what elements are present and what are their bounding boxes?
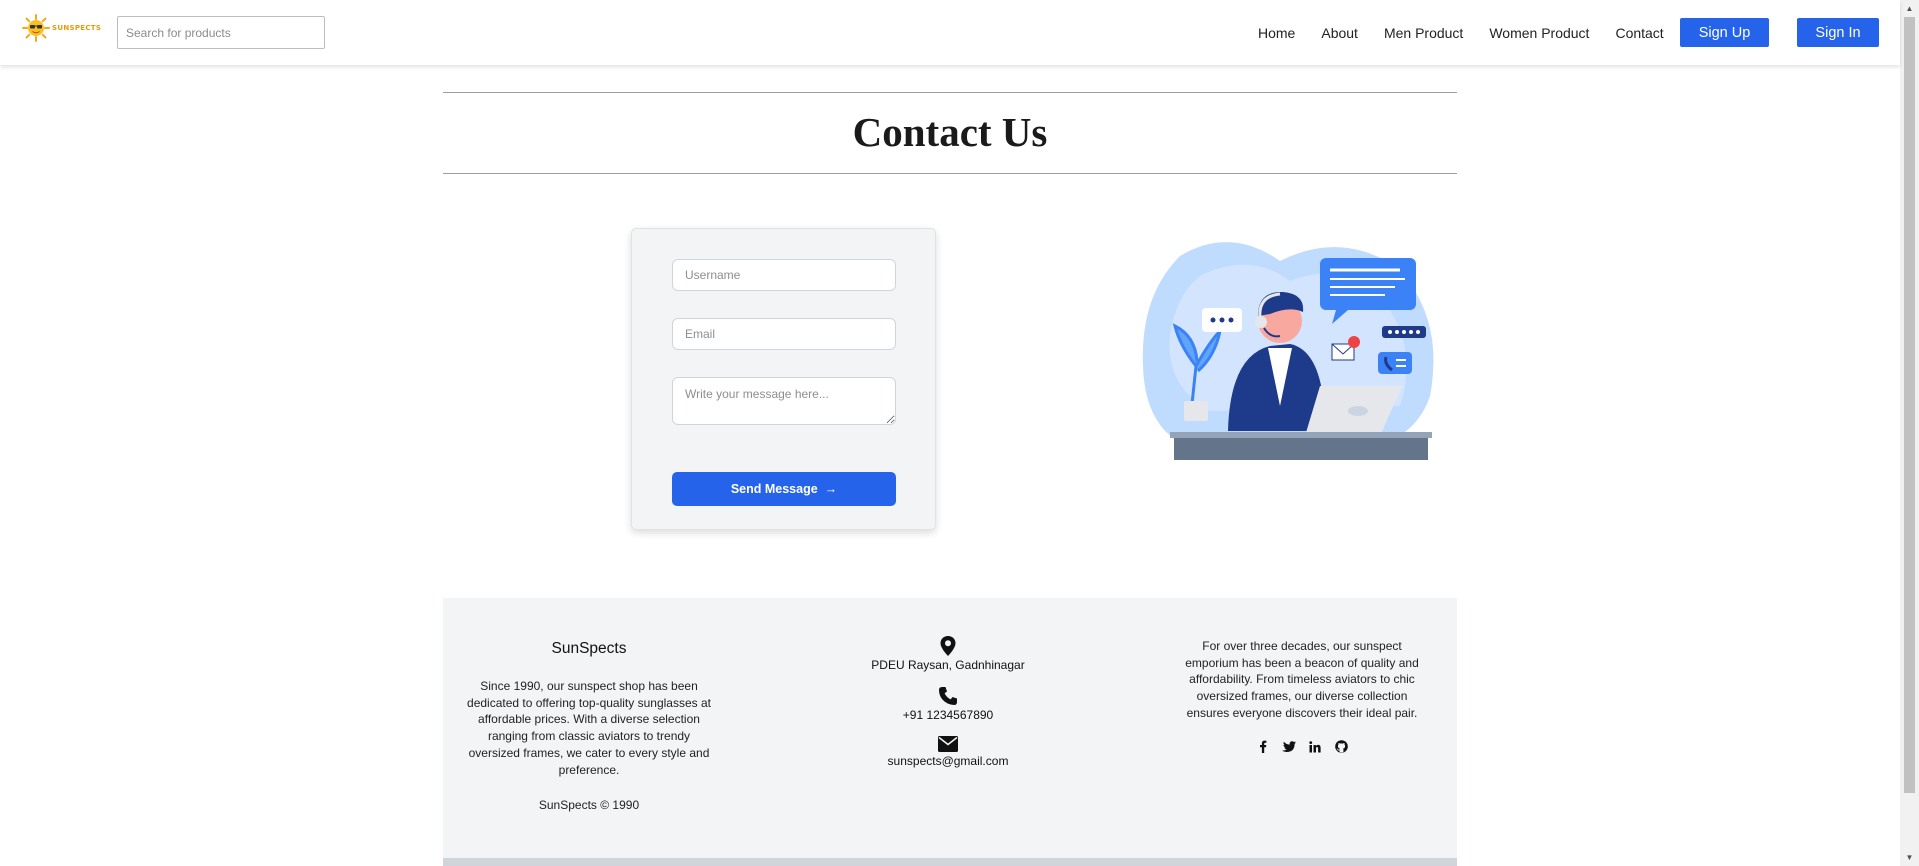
social-links bbox=[1185, 740, 1419, 754]
nav-contact[interactable]: Contact bbox=[1615, 25, 1663, 41]
vertical-scrollbar[interactable]: ▲ ▼ bbox=[1900, 0, 1919, 866]
footer-about-column: SunSpects Since 1990, our sunspect shop … bbox=[465, 640, 713, 812]
github-icon[interactable] bbox=[1334, 740, 1348, 754]
footer-email: sunspects@gmail.com bbox=[823, 736, 1073, 768]
footer-contact-column: PDEU Raysan, Gadnhinagar +91 1234567890 … bbox=[823, 636, 1073, 782]
footer-brand-title: SunSpects bbox=[551, 640, 627, 657]
nav-links: Home About Men Product Women Product Con… bbox=[1258, 0, 1690, 65]
navbar: SUNSPECTS Home About Men Product Women P… bbox=[0, 0, 1900, 65]
sign-in-button[interactable]: Sign In bbox=[1797, 18, 1879, 47]
facebook-icon[interactable] bbox=[1256, 740, 1270, 754]
title-divider-top bbox=[443, 92, 1457, 93]
twitter-icon[interactable] bbox=[1282, 740, 1296, 754]
footer-bottom-bar bbox=[443, 858, 1457, 866]
location-pin-icon bbox=[940, 636, 956, 656]
footer-address-text: PDEU Raysan, Gadnhinagar bbox=[871, 658, 1025, 672]
footer-email-text[interactable]: sunspects@gmail.com bbox=[888, 754, 1009, 768]
footer-phone: +91 1234567890 bbox=[823, 686, 1073, 722]
footer: SunSpects Since 1990, our sunspect shop … bbox=[443, 598, 1457, 858]
scroll-down-arrow-icon[interactable]: ▼ bbox=[1900, 849, 1919, 866]
footer-copyright: SunSpects © 1990 bbox=[538, 798, 640, 813]
scroll-thumb[interactable] bbox=[1904, 17, 1915, 793]
envelope-icon bbox=[938, 736, 958, 752]
search-input[interactable] bbox=[117, 16, 325, 49]
phone-icon bbox=[939, 687, 957, 705]
username-field[interactable] bbox=[672, 259, 896, 291]
sign-up-button[interactable]: Sign Up bbox=[1680, 18, 1769, 47]
scroll-up-arrow-icon[interactable]: ▲ bbox=[1900, 0, 1919, 17]
nav-about[interactable]: About bbox=[1321, 25, 1358, 41]
nav-men-product[interactable]: Men Product bbox=[1384, 25, 1463, 41]
contact-form: Send Message → bbox=[631, 228, 936, 530]
footer-address: PDEU Raysan, Gadnhinagar bbox=[823, 636, 1073, 672]
page-title: Contact Us bbox=[852, 109, 1048, 155]
logo[interactable]: SUNSPECTS bbox=[22, 14, 101, 42]
linkedin-icon[interactable] bbox=[1308, 740, 1322, 754]
logo-text: SUNSPECTS bbox=[52, 24, 102, 32]
send-message-label: Send Message bbox=[730, 482, 818, 496]
footer-blurb-column: For over three decades, our sunspect emp… bbox=[1185, 638, 1419, 754]
footer-phone-text: +91 1234567890 bbox=[902, 708, 994, 722]
footer-about-text: Since 1990, our sunspect shop has been d… bbox=[467, 679, 711, 777]
title-divider-bottom bbox=[443, 173, 1457, 174]
message-field[interactable] bbox=[672, 377, 896, 425]
customer-support-illustration bbox=[1142, 242, 1434, 460]
footer-blurb-text: For over three decades, our sunspect emp… bbox=[1185, 639, 1419, 720]
arrow-right-icon: → bbox=[824, 482, 838, 496]
send-message-button[interactable]: Send Message → bbox=[672, 472, 896, 506]
nav-home[interactable]: Home bbox=[1258, 25, 1295, 41]
nav-women-product[interactable]: Women Product bbox=[1489, 25, 1589, 41]
sun-logo-icon bbox=[22, 14, 50, 42]
email-field[interactable] bbox=[672, 318, 896, 350]
